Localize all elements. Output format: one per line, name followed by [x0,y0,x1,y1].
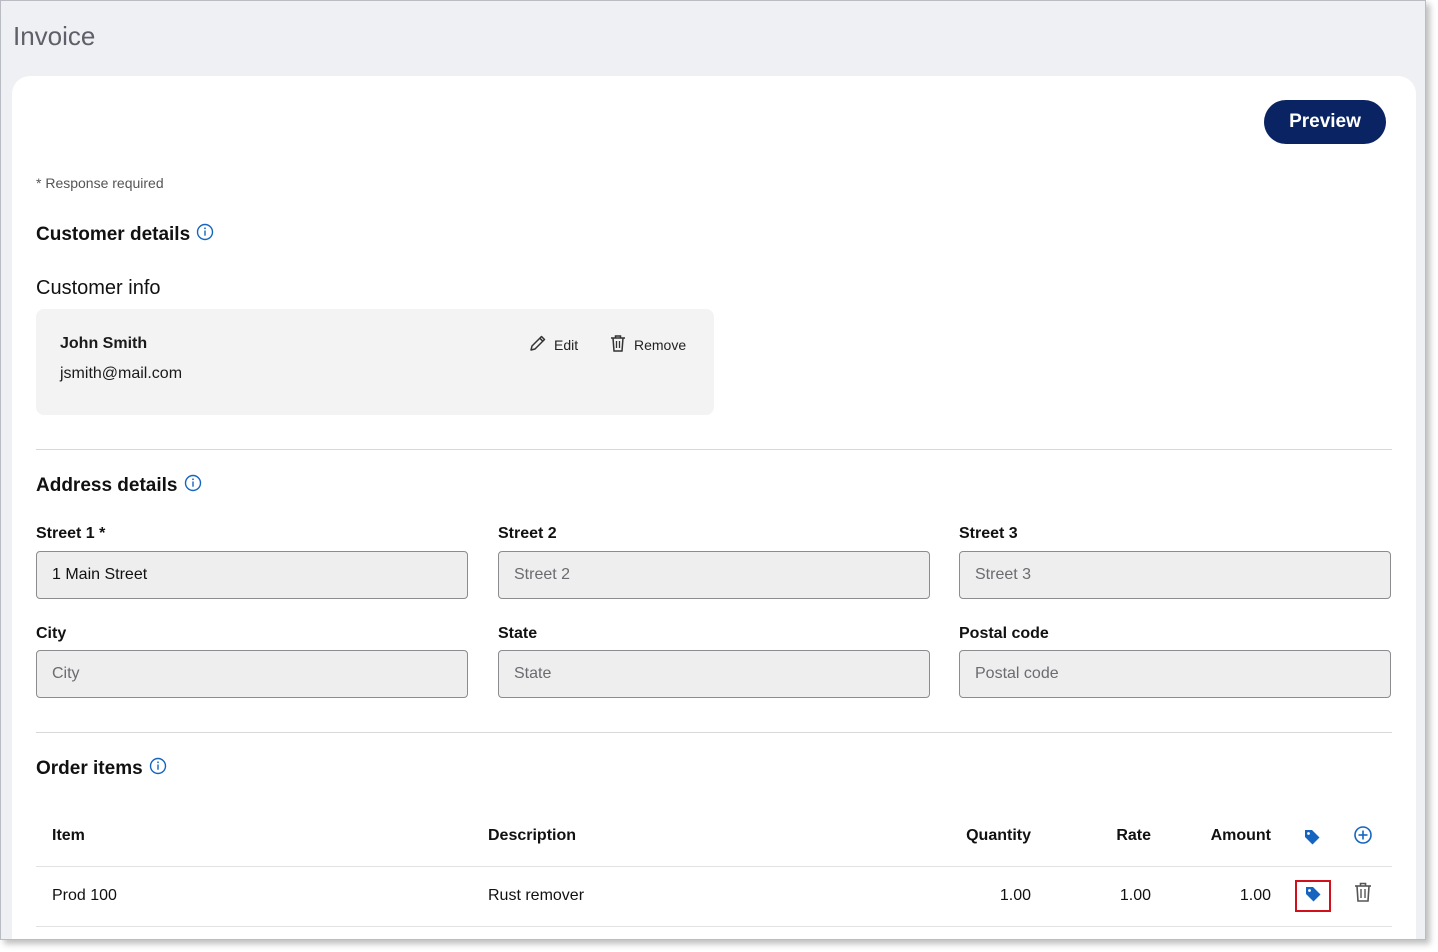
cell-quantity: 1.00 [999,887,1031,904]
column-header-quantity: Quantity [966,827,1031,844]
city-label: City [36,625,67,642]
city-input[interactable] [36,650,468,698]
street3-label: Street 3 [959,525,1018,542]
add-row-button[interactable] [1352,825,1374,850]
customer-card: John Smith jsmith@mail.com Edit Remove [36,309,714,415]
info-icon[interactable] [149,757,167,775]
address-details-title: Address details [36,475,178,496]
order-items-title: Order items [36,758,143,779]
remove-label: Remove [634,336,687,353]
delete-row-button[interactable] [1352,882,1374,906]
invoice-card: Preview * Response required Customer det… [12,76,1416,939]
order-items-heading: Order items [36,757,167,780]
tag-icon [1304,885,1322,908]
street1-label: Street 1 * [36,525,106,542]
column-header-item: Item [52,827,85,844]
postal-code-input[interactable] [959,650,1391,698]
divider [36,732,1392,733]
divider [36,449,1392,450]
cell-item: Prod 100 [52,887,117,904]
column-header-description: Description [488,827,577,844]
state-label: State [498,625,538,642]
remove-customer-button[interactable]: Remove [608,333,686,356]
app-window: Invoice Preview * Response required Cust… [0,0,1426,940]
column-header-amount: Amount [1210,827,1271,844]
info-icon[interactable] [196,223,214,241]
table-header-divider [36,866,1392,867]
preview-button[interactable]: Preview [1264,100,1386,144]
address-details-heading: Address details [36,474,202,497]
column-header-rate: Rate [1116,827,1151,844]
table-row-divider [36,926,1392,927]
cell-description: Rust remover [488,887,585,904]
edit-customer-button[interactable]: Edit [528,333,578,356]
street1-input[interactable] [36,551,468,599]
page-title: Invoice [13,21,96,51]
trash-icon [608,333,628,356]
customer-email: jsmith@mail.com [60,365,183,382]
required-note: * Response required [36,175,164,191]
customer-name: John Smith [60,335,148,352]
customer-info-title: Customer info [36,277,161,299]
edit-label: Edit [554,336,579,353]
street3-input[interactable] [959,551,1391,599]
plus-circle-icon [1353,825,1373,850]
pencil-icon [528,333,548,356]
cell-amount: 1.00 [1239,887,1271,904]
street2-input[interactable] [498,551,930,599]
tag-icon[interactable] [1301,827,1323,847]
street2-label: Street 2 [498,525,557,542]
postal-code-label: Postal code [959,625,1049,642]
info-icon[interactable] [184,474,202,492]
apply-tag-button[interactable] [1295,880,1331,912]
customer-details-title: Customer details [36,224,191,245]
trash-icon [1353,881,1373,908]
cell-rate: 1.00 [1119,887,1151,904]
state-input[interactable] [498,650,930,698]
customer-details-heading: Customer details [36,223,214,246]
